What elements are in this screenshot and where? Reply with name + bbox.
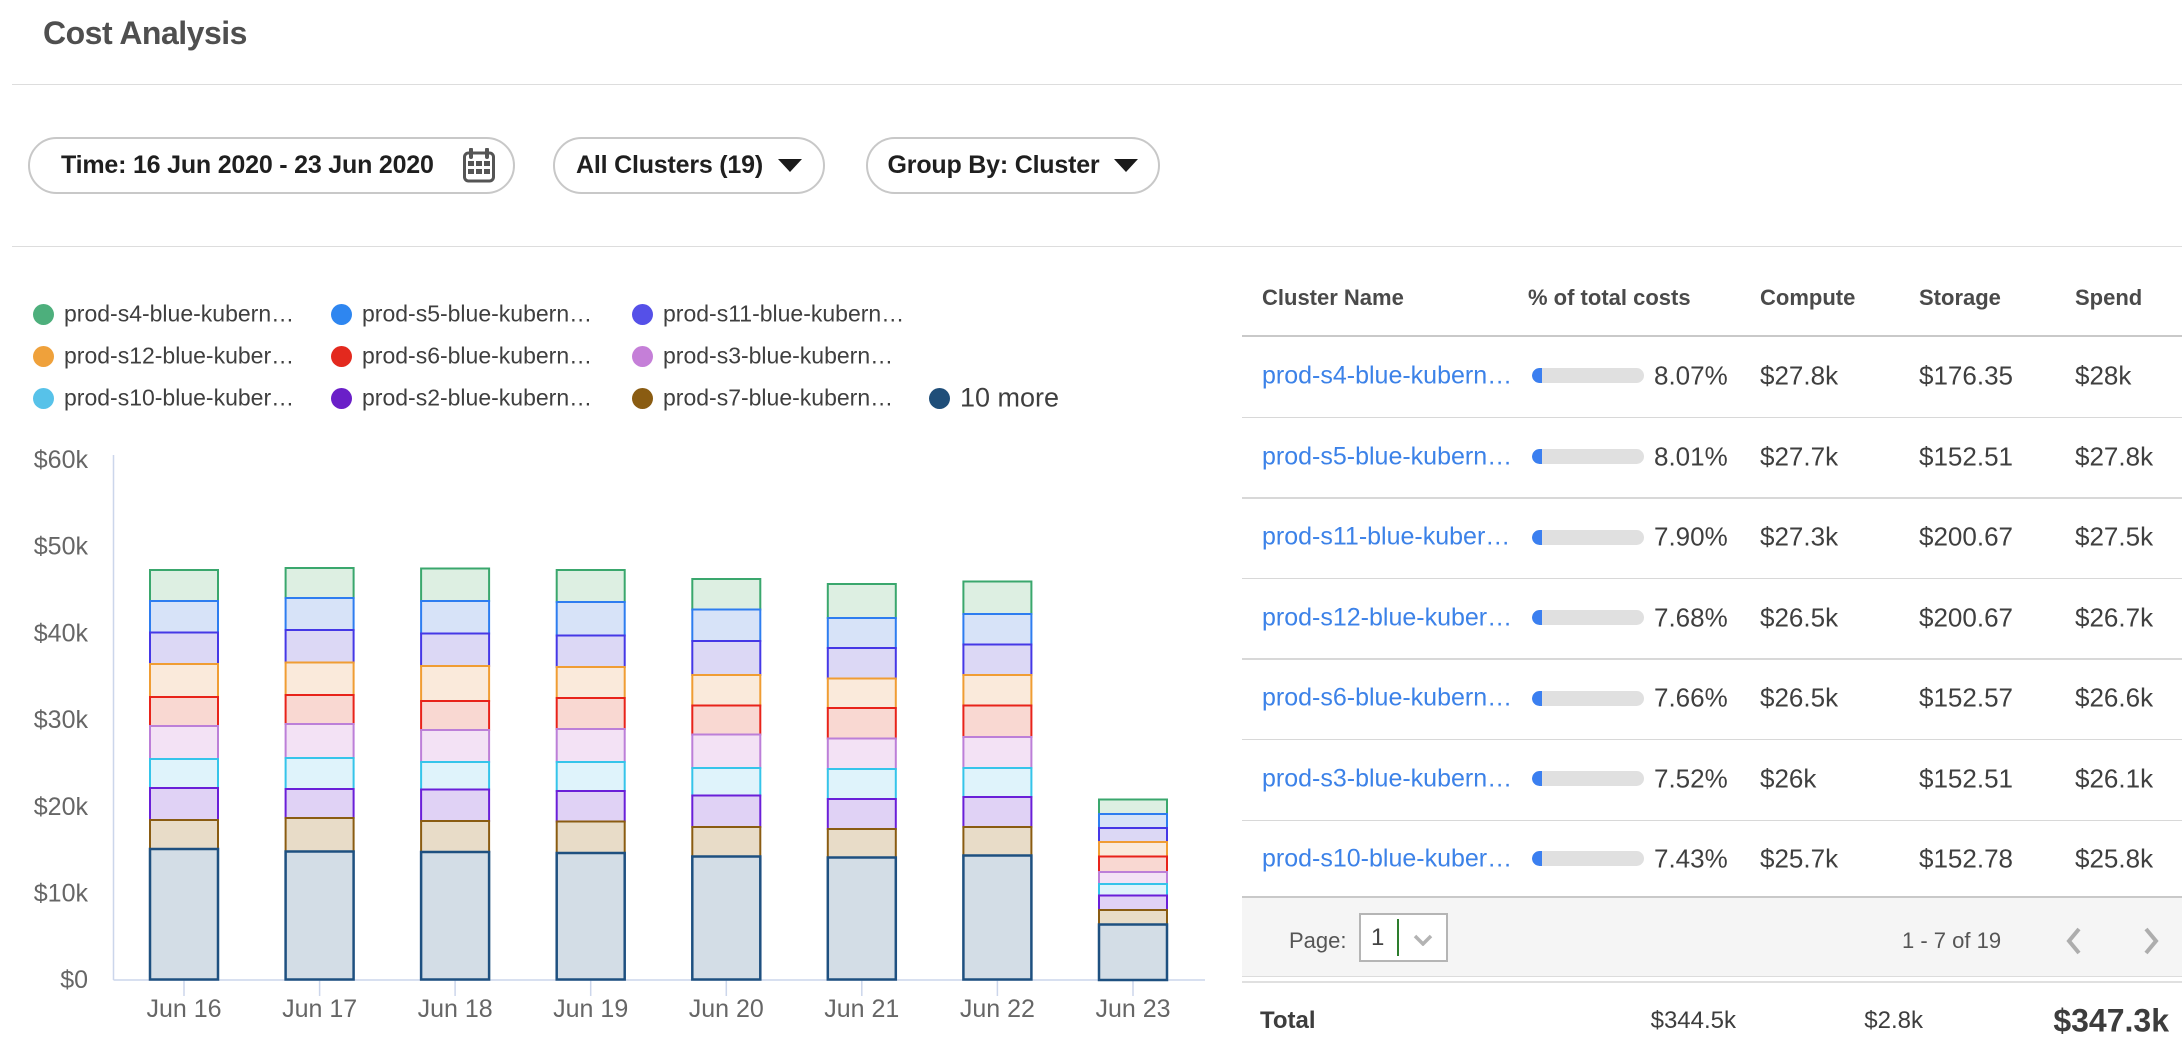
svg-text:$0: $0: [60, 966, 88, 994]
svg-text:Jun 19: Jun 19: [553, 995, 628, 1023]
svg-text:Jun 23: Jun 23: [1095, 995, 1170, 1023]
svg-text:Jun 17: Jun 17: [282, 995, 357, 1023]
svg-text:$40k: $40k: [34, 619, 89, 647]
svg-text:$60k: $60k: [34, 446, 89, 474]
svg-text:Jun 18: Jun 18: [418, 995, 493, 1023]
svg-text:$20k: $20k: [34, 793, 89, 821]
svg-text:$50k: $50k: [34, 533, 89, 561]
svg-text:Jun 16: Jun 16: [146, 995, 221, 1023]
svg-text:Jun 21: Jun 21: [824, 995, 899, 1023]
svg-text:$10k: $10k: [34, 880, 89, 908]
svg-text:$30k: $30k: [34, 706, 89, 734]
svg-text:Jun 22: Jun 22: [960, 995, 1035, 1023]
svg-text:Jun 20: Jun 20: [689, 995, 764, 1023]
